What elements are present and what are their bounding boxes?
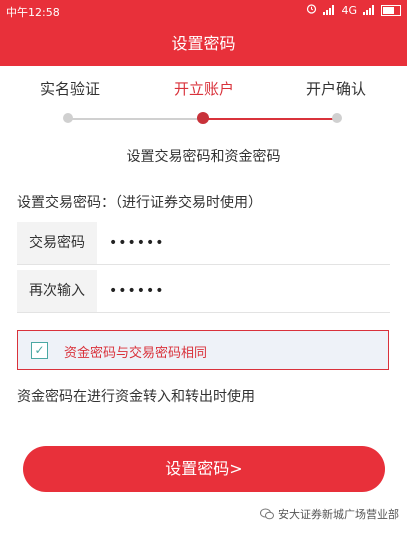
same-password-checkbox-label: 资金密码与交易密码相同 (64, 346, 208, 361)
confirm-password-field-label: 再次输入 (17, 270, 97, 312)
step-dot-confirm (332, 113, 342, 123)
confirm-password-field[interactable]: 再次输入 •••••• (17, 270, 390, 313)
step-dot-verify (63, 113, 73, 123)
trade-password-field-label: 交易密码 (17, 222, 97, 264)
battery-icon (381, 4, 401, 16)
confirm-password-input[interactable]: •••••• (109, 270, 165, 312)
fund-password-note: 资金密码在进行资金转入和转出时使用 (17, 389, 255, 405)
trade-password-input[interactable]: •••••• (109, 222, 165, 264)
step-label-verify: 实名验证 (40, 80, 101, 98)
cell-signal-icon (363, 5, 375, 15)
network-type: 4G (341, 3, 357, 17)
title-bar: 设置密码 (0, 22, 407, 66)
wifi-signal-icon (323, 5, 335, 15)
step-label-confirm: 开户确认 (306, 80, 367, 98)
step-indicator: 实名验证 开立账户 开户确认 (0, 66, 407, 136)
watermark-text: 安大证券新城广场营业部 (278, 508, 399, 521)
step-dot-open-account (197, 112, 209, 124)
wechat-icon (260, 508, 274, 520)
set-password-button[interactable]: 设置密码> (23, 446, 385, 492)
alarm-icon (306, 3, 317, 17)
trade-password-label: 设置交易密码：（进行证券交易时使用） (17, 195, 262, 211)
status-bar: 中午12:58 4G (0, 0, 407, 22)
watermark: 安大证券新城广场营业部 (260, 506, 399, 522)
same-password-option[interactable]: ✓ 资金密码与交易密码相同 (17, 330, 389, 370)
same-password-checkbox[interactable]: ✓ (31, 342, 48, 359)
step-label-open-account: 开立账户 (174, 80, 235, 98)
trade-password-field[interactable]: 交易密码 •••••• (17, 222, 390, 265)
status-time: 中午12:58 (6, 6, 60, 19)
status-icons: 4G (306, 3, 401, 17)
step-track-completed (68, 118, 203, 120)
section-subtitle: 设置交易密码和资金密码 (126, 149, 281, 165)
step-track-current (203, 118, 337, 120)
page-title: 设置密码 (171, 34, 236, 53)
